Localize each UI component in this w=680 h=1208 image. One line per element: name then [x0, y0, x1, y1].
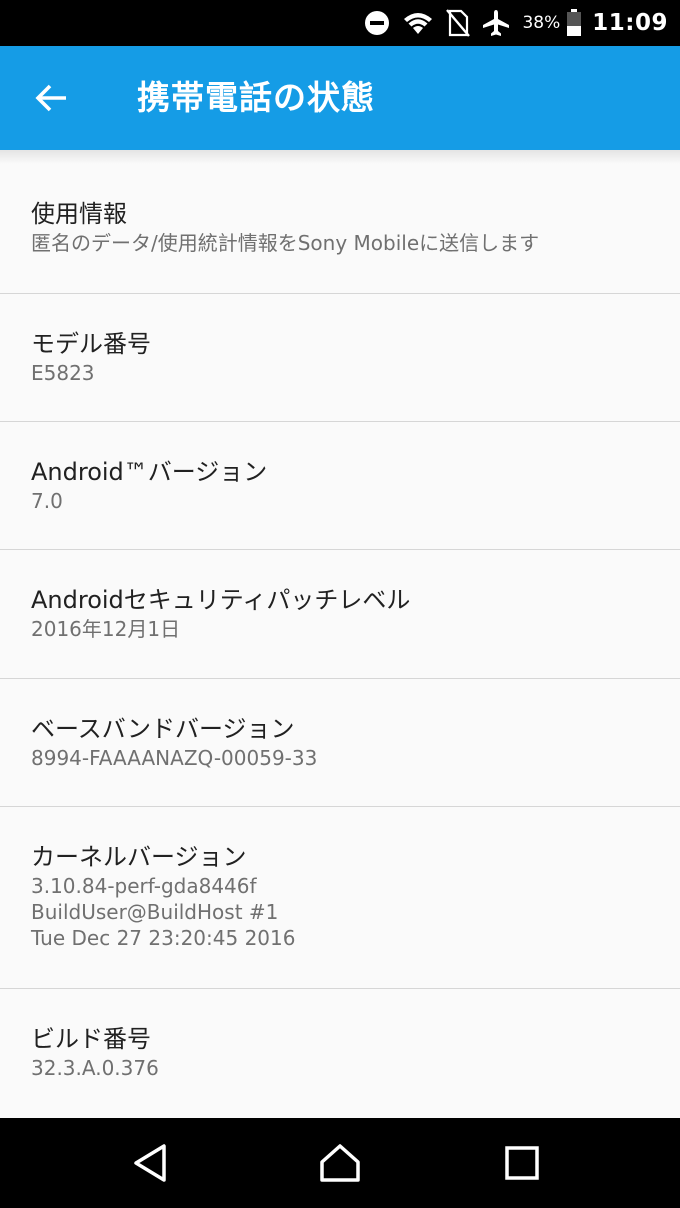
list-item-kernel-version[interactable]: カーネルバージョン 3.10.84-perf-gda8446f BuildUse…: [0, 807, 680, 989]
item-summary: 7.0: [31, 489, 63, 513]
airplane-mode-icon: [482, 9, 510, 37]
header-shadow: [0, 150, 680, 164]
item-title: Android™バージョン: [31, 458, 268, 486]
nav-recents-button[interactable]: [492, 1140, 552, 1186]
status-bar: 38% 11:09: [0, 0, 680, 46]
no-sim-icon: [446, 9, 471, 37]
app-bar: 携帯電話の状態: [0, 46, 680, 150]
item-title: モデル番号: [31, 330, 151, 358]
back-button[interactable]: [22, 68, 82, 128]
item-title: ベースバンドバージョン: [31, 715, 295, 743]
item-summary: E5823: [31, 361, 95, 385]
status-icons: 38% 11:09: [352, 0, 668, 46]
arrow-back-icon: [35, 84, 66, 112]
wifi-icon: [402, 10, 434, 36]
item-title: Androidセキュリティパッチレベル: [31, 586, 411, 614]
item-title: ビルド番号: [31, 1025, 151, 1053]
item-title: カーネルバージョン: [31, 843, 247, 871]
nav-home-icon: [320, 1144, 360, 1182]
nav-recents-icon: [505, 1146, 539, 1180]
nav-back-icon: [134, 1144, 166, 1182]
phone-status-list: 使用情報 匿名のデータ/使用統計情報をSony Mobileに送信します モデル…: [0, 164, 680, 1117]
list-item-security-patch-level[interactable]: Androidセキュリティパッチレベル 2016年12月1日: [0, 550, 680, 679]
item-summary: 匿名のデータ/使用統計情報をSony Mobileに送信します: [31, 231, 540, 255]
list-item-build-number[interactable]: ビルド番号 32.3.A.0.376: [0, 989, 680, 1117]
list-item-usage-info[interactable]: 使用情報 匿名のデータ/使用統計情報をSony Mobileに送信します: [0, 164, 680, 294]
navigation-bar: [0, 1118, 680, 1208]
list-item-android-version[interactable]: Android™バージョン 7.0: [0, 422, 680, 550]
do-not-disturb-icon: [364, 10, 390, 36]
item-summary: 32.3.A.0.376: [31, 1056, 159, 1080]
page-title: 携帯電話の状態: [137, 78, 375, 117]
clock: 11:09: [592, 10, 668, 36]
nav-home-button[interactable]: [310, 1140, 370, 1186]
battery-icon: [566, 9, 582, 37]
list-item-baseband-version[interactable]: ベースバンドバージョン 8994-FAAAANAZQ-00059-33: [0, 679, 680, 807]
battery-percent: 38%: [522, 13, 561, 33]
item-title: 使用情報: [31, 200, 127, 228]
item-summary: 8994-FAAAANAZQ-00059-33: [31, 746, 318, 770]
nav-back-button[interactable]: [120, 1140, 180, 1186]
item-summary-line: 3.10.84-perf-gda8446f: [31, 874, 257, 898]
list-item-model-number[interactable]: モデル番号 E5823: [0, 294, 680, 422]
item-summary-line: BuildUser@BuildHost #1: [31, 900, 279, 924]
item-summary: 2016年12月1日: [31, 617, 181, 641]
item-summary-line: Tue Dec 27 23:20:45 2016: [31, 926, 296, 950]
